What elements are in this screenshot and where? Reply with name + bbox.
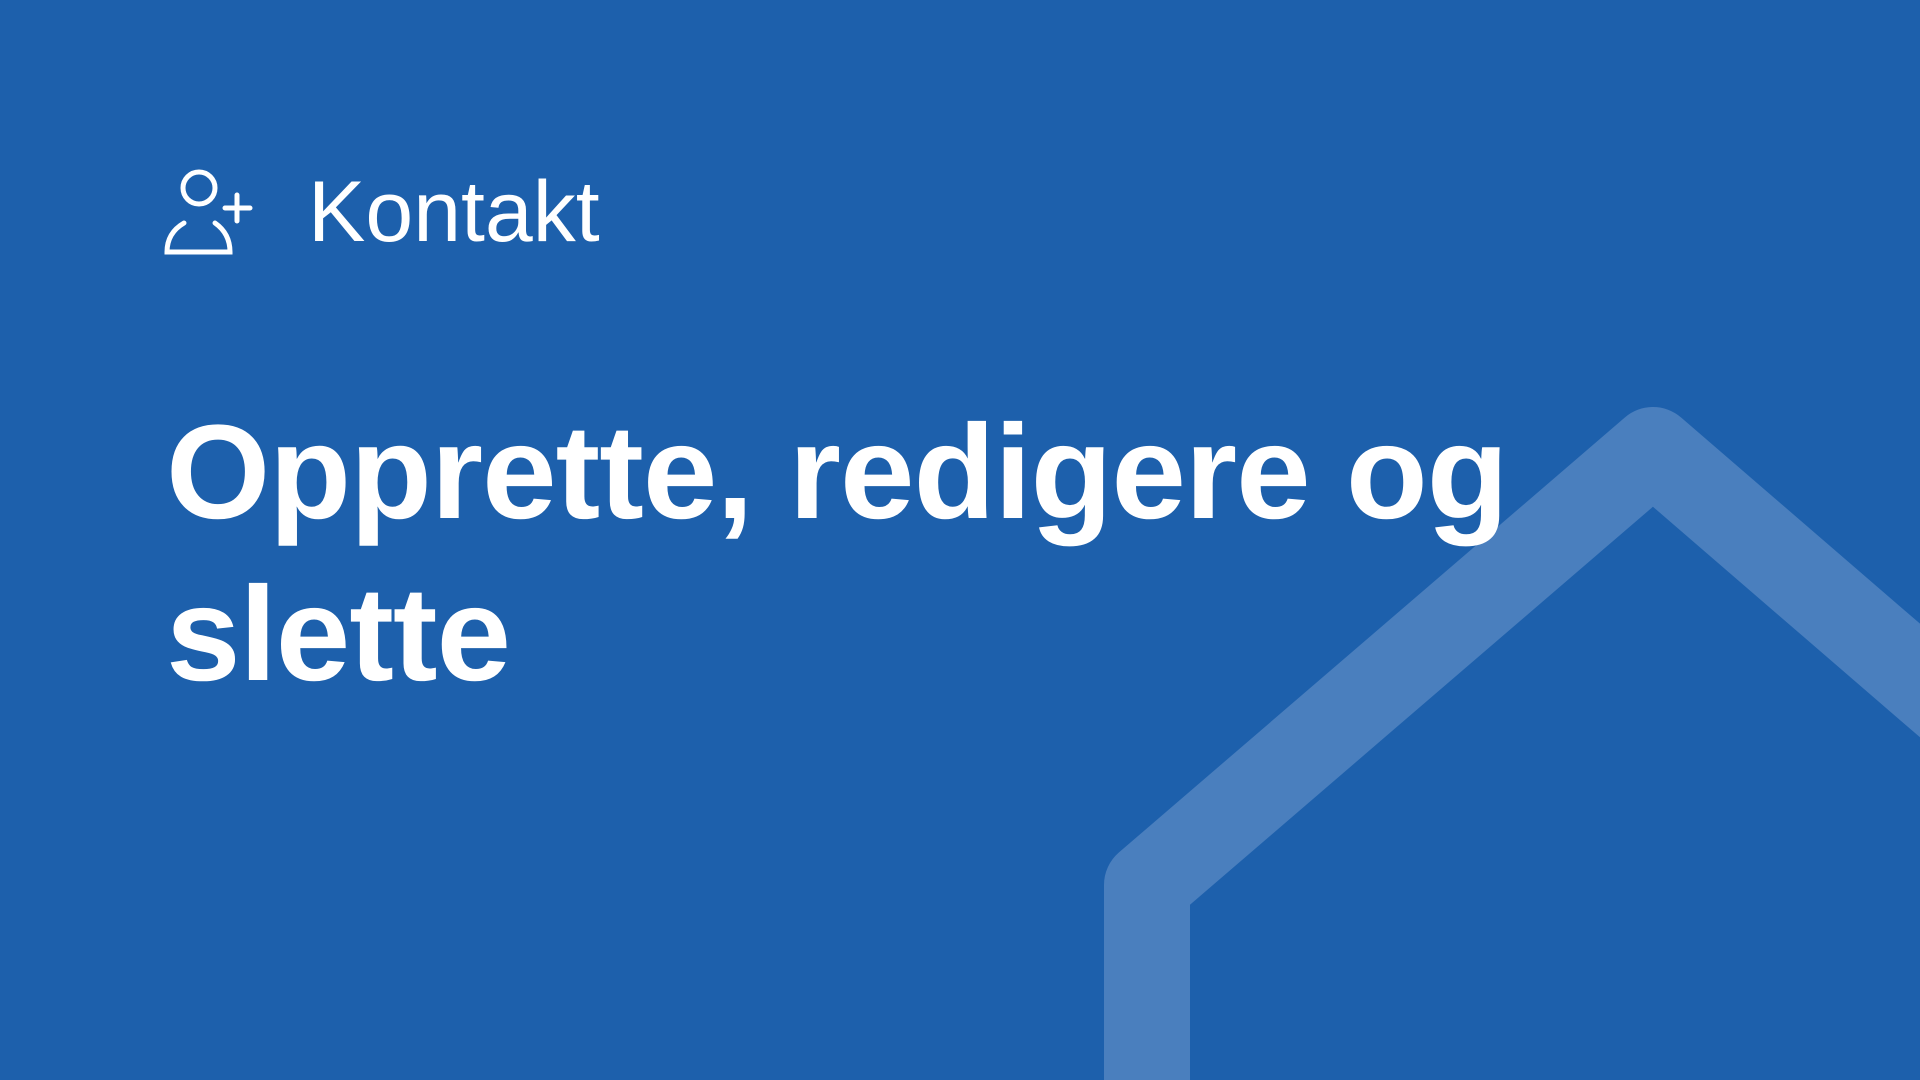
section-label: Kontakt bbox=[308, 164, 600, 260]
add-contact-icon bbox=[164, 169, 253, 255]
page-title: Opprette, redigere og slette bbox=[166, 398, 1509, 709]
